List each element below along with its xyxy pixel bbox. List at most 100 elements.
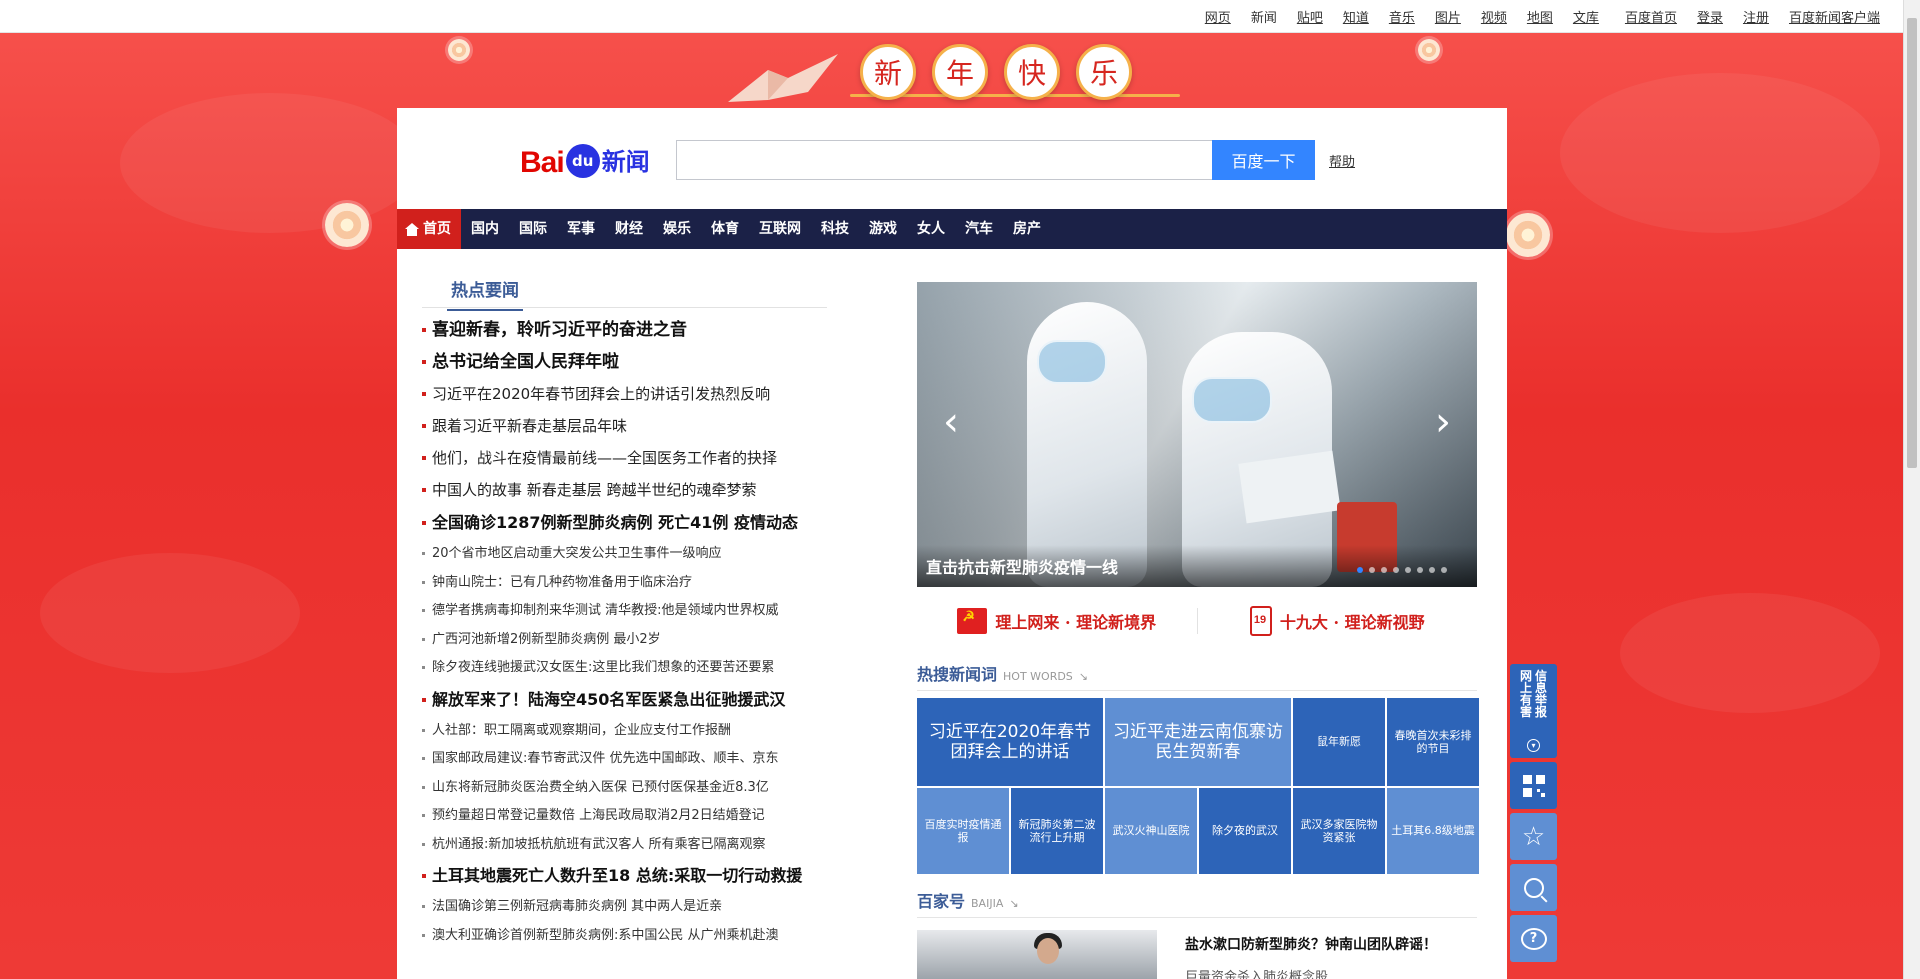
hot-news-item[interactable]: 习近平在2020年春节团拜会上的讲话引发热烈反响 bbox=[422, 378, 827, 410]
hotword-tile[interactable]: 春晚首次未彩排的节目 bbox=[1387, 698, 1479, 786]
toplink-map[interactable]: 地图 bbox=[1527, 7, 1553, 26]
toplink-wenku[interactable]: 文库 bbox=[1573, 7, 1599, 26]
hotwords-title[interactable]: 热搜新闻词 bbox=[917, 661, 997, 685]
hotword-tile[interactable]: 鼠年新愿 bbox=[1293, 698, 1385, 786]
carousel-caption[interactable]: 直击抗击新型肺炎疫情一线 bbox=[926, 554, 1118, 578]
toplink-zhidao[interactable]: 知道 bbox=[1343, 7, 1369, 26]
hot-news-item[interactable]: 杭州通报:新加坡抵杭航班有武汉客人 所有乘客已隔离观察 bbox=[422, 831, 827, 860]
promo-right[interactable]: 十九大 · 理论新视野 bbox=[1198, 606, 1478, 636]
hot-news-item[interactable]: 钟南山院士：已有几种药物准备用于临床治疗 bbox=[422, 569, 827, 598]
toplink-tieba[interactable]: 贴吧 bbox=[1297, 7, 1323, 26]
nav-tech[interactable]: 科技 bbox=[811, 209, 859, 249]
nav-finance[interactable]: 财经 bbox=[605, 209, 653, 249]
hot-news-item[interactable]: 全国确诊1287例新型肺炎病例 死亡41例 疫情动态 bbox=[422, 506, 827, 540]
favorite-button[interactable]: ☆ bbox=[1510, 813, 1557, 860]
baijia-item: 盐水漱口防新型肺炎？钟南山团队辟谣！ 巨量资金杀入肺炎概念股 bbox=[917, 930, 1477, 979]
carousel-dot[interactable] bbox=[1441, 567, 1447, 573]
toplink-news-client[interactable]: 百度新闻客户端 bbox=[1789, 7, 1880, 26]
hotword-tile[interactable]: 除夕夜的武汉 bbox=[1199, 788, 1291, 874]
toplink-news[interactable]: 新闻 bbox=[1251, 7, 1277, 26]
qr-code-button[interactable] bbox=[1510, 762, 1557, 809]
plum-flower-icon bbox=[1418, 39, 1440, 61]
hotword-tile[interactable]: 武汉多家医院物资紧张 bbox=[1293, 788, 1385, 874]
banner-char: 乐 bbox=[1076, 44, 1132, 100]
hotword-tile[interactable]: 武汉火神山医院 bbox=[1105, 788, 1197, 874]
nav-entertainment[interactable]: 娱乐 bbox=[653, 209, 701, 249]
baijia-subline[interactable]: 巨量资金杀入肺炎概念股 bbox=[1185, 966, 1437, 979]
nav-military[interactable]: 军事 bbox=[557, 209, 605, 249]
hot-news-item[interactable]: 解放军来了！陆海空450名军医紧急出征驰援武汉 bbox=[422, 683, 827, 717]
search-input[interactable] bbox=[676, 140, 1212, 180]
hotword-tile[interactable]: 习近平在2020年春节团拜会上的讲话 bbox=[917, 698, 1103, 786]
hot-news-item[interactable]: 山东将新冠肺炎医治费全纳入医保 已预付医保基金近8.3亿 bbox=[422, 774, 827, 803]
hot-news-item[interactable]: 他们，战斗在疫情最前线——全国医务工作者的抉择 bbox=[422, 442, 827, 474]
nav-internet[interactable]: 互联网 bbox=[749, 209, 811, 249]
carousel-dot[interactable] bbox=[1417, 567, 1423, 573]
baidu-news-logo[interactable]: Bai du 新闻 bbox=[520, 130, 650, 180]
hot-news-item[interactable]: 20个省市地区启动重大突发公共卫生事件一级响应 bbox=[422, 540, 827, 569]
baijia-headline[interactable]: 盐水漱口防新型肺炎？钟南山团队辟谣！ bbox=[1185, 934, 1437, 954]
hot-news-item[interactable]: 法国确诊第三例新冠病毒肺炎病例 其中两人是近亲 bbox=[422, 893, 827, 922]
hot-news-title[interactable]: 热点要闻 bbox=[447, 276, 523, 311]
baijia-en: BAIJIA bbox=[971, 897, 1004, 910]
hot-news-item[interactable]: 除夕夜连线驰援武汉女医生:这里比我们想象的还要苦还要累 bbox=[422, 654, 827, 683]
nav-women[interactable]: 女人 bbox=[907, 209, 955, 249]
carousel-dot[interactable] bbox=[1369, 567, 1375, 573]
hotword-tile[interactable]: 新冠肺炎第二波流行上升期 bbox=[1011, 788, 1103, 874]
help-link[interactable]: 帮助 bbox=[1329, 151, 1355, 170]
hot-news-item[interactable]: 人社部：职工隔离或观察期间，企业应支付工作报酬 bbox=[422, 717, 827, 746]
hot-news-item[interactable]: 中国人的故事 新春走基层 跨越半世纪的魂牵梦萦 bbox=[422, 474, 827, 506]
hotword-tile[interactable]: 百度实时疫情通报 bbox=[917, 788, 1009, 874]
promo-left[interactable]: 理上网来 · 理论新境界 bbox=[917, 608, 1197, 634]
toplink-video[interactable]: 视频 bbox=[1481, 7, 1507, 26]
side-search-button[interactable] bbox=[1510, 864, 1557, 911]
toplink-music[interactable]: 音乐 bbox=[1389, 7, 1415, 26]
baijia-header: 百家号 BAIJIA ↘ bbox=[917, 888, 1477, 918]
hot-news-item[interactable]: 土耳其地震死亡人数升至18 总统:采取一切行动救援 bbox=[422, 859, 827, 893]
toplink-baidu-home[interactable]: 百度首页 bbox=[1625, 7, 1677, 26]
hotword-tile[interactable]: 土耳其6.8级地震 bbox=[1387, 788, 1479, 874]
hot-news-item[interactable]: 跟着习近平新春走基层品年味 bbox=[422, 410, 827, 442]
hot-news-item[interactable]: 国家邮政局建议:春节寄武汉件 优先选中国邮政、顺丰、京东 bbox=[422, 745, 827, 774]
toplink-register[interactable]: 注册 bbox=[1743, 7, 1769, 26]
report-harmful-info-button[interactable]: 网上有害 信息举报 ▾ bbox=[1510, 664, 1557, 758]
chevron-down-icon: ▾ bbox=[1527, 739, 1540, 752]
hot-news-item[interactable]: 广西河池新增2例新型肺炎病例 最小2岁 bbox=[422, 626, 827, 655]
carousel-dot[interactable] bbox=[1357, 567, 1363, 573]
hot-news-item[interactable]: 总书记给全国人民拜年啦 bbox=[422, 346, 827, 378]
hot-news-item[interactable]: 喜迎新春，聆听习近平的奋进之音 bbox=[422, 314, 827, 346]
baijia-section: 百家号 BAIJIA ↘ 盐水漱口防新型肺炎？钟南山团队辟谣！ 巨量资金杀入肺炎… bbox=[917, 888, 1477, 979]
nav-home[interactable]: 首页 bbox=[397, 209, 461, 249]
nav-auto[interactable]: 汽车 bbox=[955, 209, 1003, 249]
star-icon: ☆ bbox=[1521, 821, 1546, 852]
scrollbar-thumb[interactable] bbox=[1907, 18, 1917, 468]
baijia-thumbnail[interactable] bbox=[917, 930, 1157, 979]
hot-news-item[interactable]: 预约量超日常登记量数倍 上海民政局取消2月2日结婚登记 bbox=[422, 802, 827, 831]
carousel-dot[interactable] bbox=[1405, 567, 1411, 573]
question-icon: ? bbox=[1520, 927, 1547, 950]
hot-news-item[interactable]: 澳大利亚确诊首例新型肺炎病例:系中国公民 从广州乘机赴澳 bbox=[422, 922, 827, 951]
carousel-prev-arrow[interactable]: ‹ bbox=[943, 402, 959, 442]
page-scrollbar[interactable] bbox=[1903, 0, 1920, 979]
arrow-down-right-icon: ↘ bbox=[1009, 897, 1019, 910]
hot-news-item[interactable]: 德学者携病毒抑制剂来华测试 清华教授:他是领域内世界权威 bbox=[422, 597, 827, 626]
carousel-dot[interactable] bbox=[1381, 567, 1387, 573]
arrow-down-right-icon: ↘ bbox=[1078, 670, 1089, 683]
nav-domestic[interactable]: 国内 bbox=[461, 209, 509, 249]
news-carousel[interactable]: ‹ › 直击抗击新型肺炎疫情一线 bbox=[917, 282, 1477, 587]
nav-sports[interactable]: 体育 bbox=[701, 209, 749, 249]
toplink-login[interactable]: 登录 bbox=[1697, 7, 1723, 26]
baijia-title[interactable]: 百家号 bbox=[917, 888, 965, 912]
toplink-images[interactable]: 图片 bbox=[1435, 7, 1461, 26]
nav-realestate[interactable]: 房产 bbox=[1003, 209, 1051, 249]
nav-international[interactable]: 国际 bbox=[509, 209, 557, 249]
carousel-dot[interactable] bbox=[1393, 567, 1399, 573]
hotwords-grid: 习近平在2020年春节团拜会上的讲话 习近平走进云南佤寨访民生贺新春 鼠年新愿 春晚首… bbox=[917, 698, 1479, 874]
hotword-tile[interactable]: 习近平走进云南佤寨访民生贺新春 bbox=[1105, 698, 1291, 786]
nav-games[interactable]: 游戏 bbox=[859, 209, 907, 249]
search-button[interactable]: 百度一下 bbox=[1212, 140, 1315, 180]
carousel-next-arrow[interactable]: › bbox=[1435, 402, 1451, 442]
toplink-web[interactable]: 网页 bbox=[1205, 7, 1231, 26]
feedback-button[interactable]: ? bbox=[1510, 915, 1557, 962]
carousel-dot[interactable] bbox=[1429, 567, 1435, 573]
